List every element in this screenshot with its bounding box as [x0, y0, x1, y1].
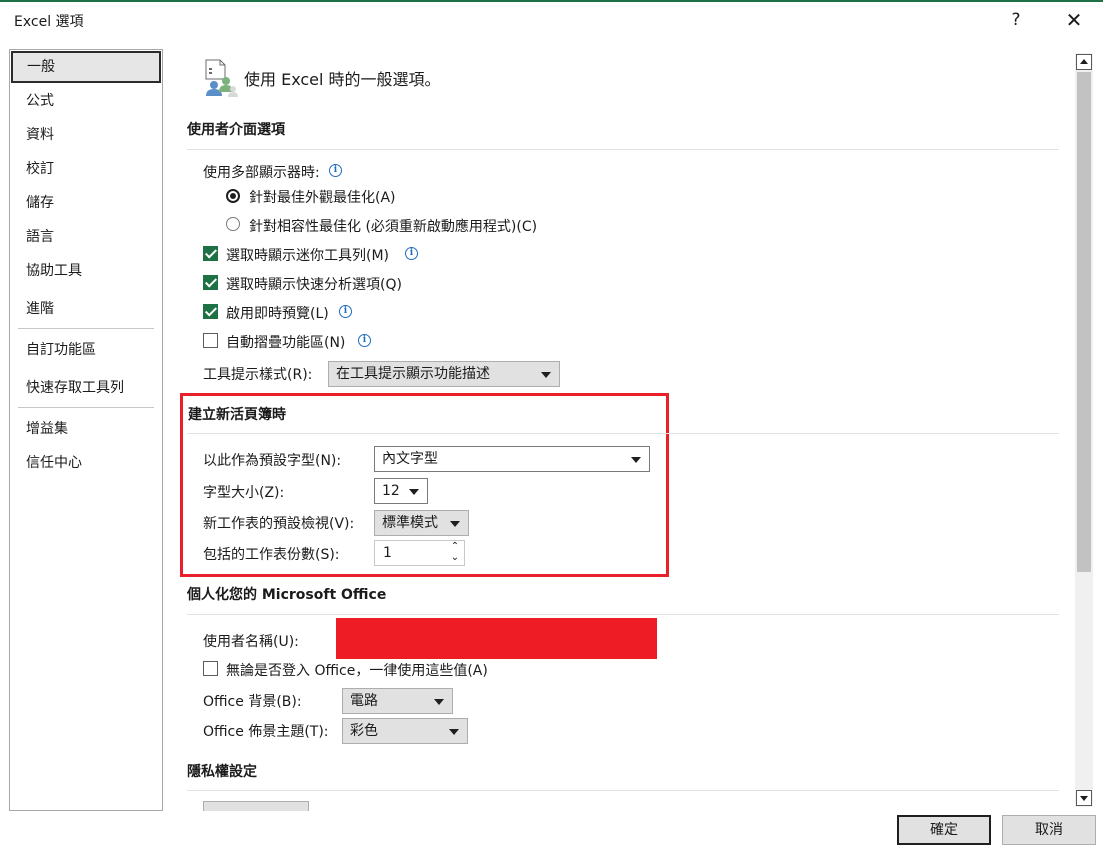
sidebar-item-add-ins[interactable]: 增益集 [10, 413, 162, 445]
chevron-down-icon [434, 699, 444, 705]
options-content: 使用 Excel 時的一般選項。 使用者介面選項 使用多部顯示器時: i 針對最… [172, 49, 1072, 811]
multi-display-label: 使用多部顯示器時: [203, 165, 320, 181]
chevron-down-icon [1080, 796, 1088, 801]
spin-down-icon[interactable]: ⌄ [450, 553, 460, 563]
info-icon: i [339, 305, 352, 318]
ok-button[interactable]: 確定 [897, 815, 991, 845]
font-size-value: 12 [382, 483, 400, 499]
live-preview-checkbox[interactable] [203, 304, 218, 319]
sidebar-item-accessibility[interactable]: 協助工具 [10, 255, 162, 287]
always-use-label[interactable]: 無論是否登入 Office，一律使用這些值(A) [226, 660, 488, 680]
office-background-value: 電路 [350, 693, 378, 709]
always-use-checkbox[interactable] [203, 661, 218, 676]
chevron-up-icon [1080, 59, 1088, 64]
tooltip-style-label: 工具提示樣式(R): [203, 367, 313, 383]
mini-toolbar-label[interactable]: 選取時顯示迷你工具列(M) [226, 245, 389, 265]
sidebar-item-language[interactable]: 語言 [10, 221, 162, 253]
sheet-count-label: 包括的工作表份數(S): [203, 547, 340, 563]
vertical-scrollbar[interactable] [1075, 53, 1093, 807]
radio-compatibility-label[interactable]: 針對相容性最佳化 (必須重新啟動應用程式)(C) [249, 216, 537, 236]
help-button[interactable]: ? [1005, 6, 1027, 34]
sidebar-item-trust-center[interactable]: 信任中心 [10, 447, 162, 479]
default-font-value: 內文字型 [382, 451, 438, 467]
office-background-label: Office 背景(B): [203, 694, 302, 710]
radio-compatibility[interactable] [226, 217, 240, 231]
chevron-down-icon [409, 489, 419, 495]
close-button[interactable]: ✕ [1060, 6, 1088, 34]
font-size-dropdown[interactable]: 12 [374, 478, 428, 504]
sidebar-item-proofing[interactable]: 校訂 [10, 153, 162, 185]
default-view-value: 標準模式 [382, 515, 438, 531]
section-title-personalize: 個人化您的 Microsoft Office [187, 587, 387, 603]
sidebar-item-general[interactable]: 一般 [11, 51, 161, 83]
live-preview-label[interactable]: 啟用即時預覽(L) [226, 303, 329, 323]
sidebar-item-save[interactable]: 儲存 [10, 187, 162, 219]
sidebar-nav: 一般 公式 資料 校訂 儲存 語言 協助工具 進階 自訂功能區 快速存取工具列 … [9, 49, 163, 811]
tooltip-style-dropdown[interactable]: 在工具提示顯示功能描述 [328, 361, 560, 387]
collapse-ribbon-label[interactable]: 自動摺疊功能區(N) [226, 332, 345, 352]
chevron-down-icon [631, 457, 641, 463]
page-title: 使用 Excel 時的一般選項。 [244, 70, 441, 89]
mini-toolbar-checkbox[interactable] [203, 246, 218, 261]
sheet-count-value: 1 [383, 545, 392, 561]
sidebar-item-customize-ribbon[interactable]: 自訂功能區 [10, 334, 162, 366]
section-divider [187, 790, 1059, 791]
options-people-icon [205, 59, 238, 97]
sidebar-divider [18, 407, 154, 408]
chevron-down-icon [450, 521, 460, 527]
scroll-up-button[interactable] [1076, 54, 1092, 70]
info-icon: i [329, 164, 342, 177]
cancel-button[interactable]: 取消 [1002, 815, 1096, 845]
font-size-label: 字型大小(Z): [203, 485, 285, 501]
title-bar: Excel 選項 ? ✕ [0, 0, 1103, 42]
window-title: Excel 選項 [14, 14, 84, 30]
scroll-down-button[interactable] [1076, 790, 1092, 806]
default-font-label: 以此作為預設字型(N): [203, 453, 342, 469]
office-theme-dropdown[interactable]: 彩色 [342, 718, 468, 744]
section-divider [187, 614, 1059, 615]
chevron-down-icon [449, 729, 459, 735]
tooltip-style-value: 在工具提示顯示功能描述 [336, 366, 490, 382]
privacy-settings-button[interactable] [203, 801, 309, 811]
sidebar-item-advanced[interactable]: 進階 [10, 293, 162, 325]
sidebar-item-data[interactable]: 資料 [10, 119, 162, 151]
info-icon: i [405, 247, 418, 260]
office-theme-value: 彩色 [350, 723, 378, 739]
radio-best-appearance[interactable] [226, 189, 240, 203]
scroll-thumb[interactable] [1077, 72, 1091, 572]
office-theme-label: Office 佈景主題(T): [203, 724, 329, 740]
section-divider [187, 433, 1059, 434]
office-background-dropdown[interactable]: 電路 [342, 688, 453, 714]
username-label: 使用者名稱(U): [203, 634, 299, 650]
section-divider [187, 149, 1059, 150]
sidebar-item-quick-access-toolbar[interactable]: 快速存取工具列 [10, 372, 162, 404]
chevron-down-icon [541, 372, 551, 378]
quick-analysis-checkbox[interactable] [203, 275, 218, 290]
section-title-privacy: 隱私權設定 [187, 764, 257, 780]
section-title-ui-options: 使用者介面選項 [187, 122, 285, 138]
sidebar-item-formulas[interactable]: 公式 [10, 85, 162, 117]
section-title-new-workbook: 建立新活頁簿時 [188, 407, 286, 423]
collapse-ribbon-checkbox[interactable] [203, 333, 218, 348]
default-view-label: 新工作表的預設檢視(V): [203, 516, 355, 532]
default-view-dropdown[interactable]: 標準模式 [374, 510, 469, 536]
radio-best-appearance-label[interactable]: 針對最佳外觀最佳化(A) [249, 187, 396, 207]
quick-analysis-label[interactable]: 選取時顯示快速分析選項(Q) [226, 274, 402, 294]
sheet-count-spinner[interactable]: 1 ⌃ ⌄ [374, 540, 465, 566]
default-font-dropdown[interactable]: 內文字型 [374, 446, 650, 472]
sidebar-divider [18, 328, 154, 329]
info-icon: i [358, 334, 371, 347]
username-redaction [336, 618, 657, 659]
spin-up-icon[interactable]: ⌃ [450, 542, 460, 552]
